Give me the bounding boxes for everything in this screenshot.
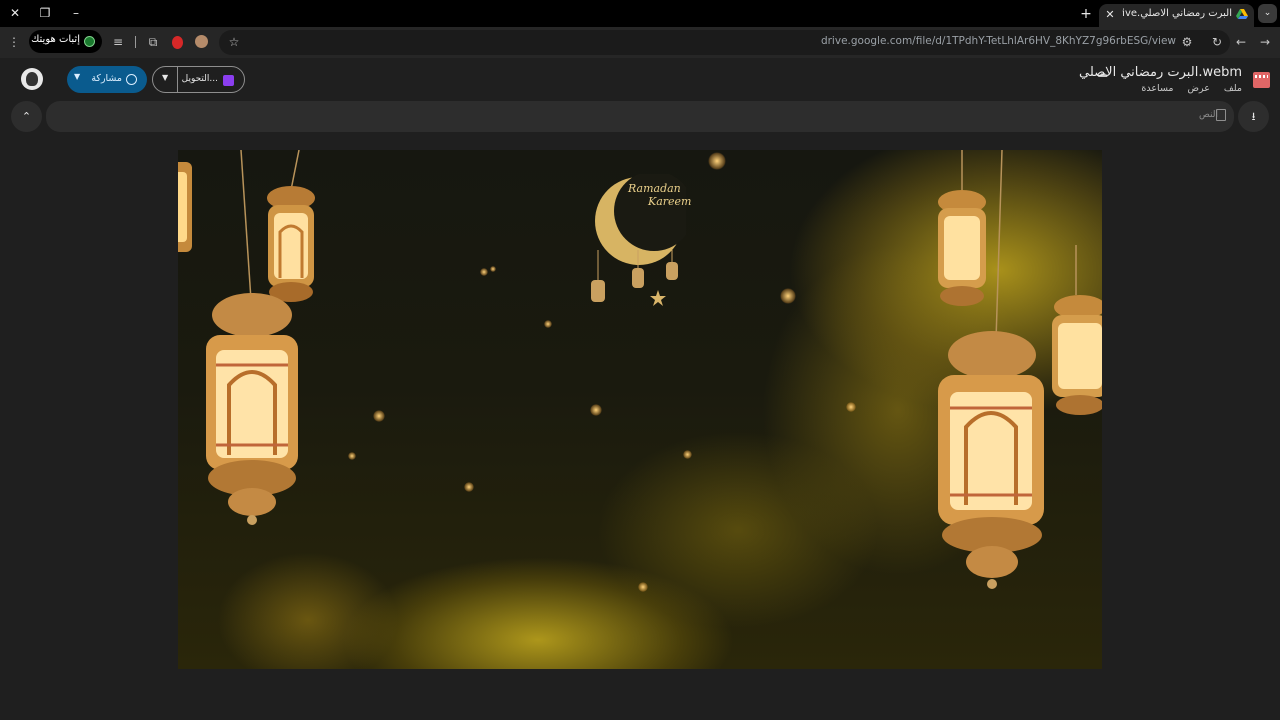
extension-red-icon[interactable] [172,36,183,49]
sparkle [490,266,496,272]
share-button-group: ▼ مشاركة [67,66,147,93]
minimize-window-button[interactable]: – [66,4,86,22]
text-search-icon [1216,109,1226,121]
lantern-large-right [938,150,1044,589]
sparkle [464,482,474,492]
drive-header: ▼ مشاركة ▼ التحويل... ☁ البرت رمضاني الا… [0,58,1280,100]
globe-icon [126,74,137,85]
profile-badge-icon [84,36,95,47]
reading-list-icon[interactable]: ≡ [109,33,127,51]
restore-window-button[interactable]: ❐ [35,4,55,22]
video-preview[interactable]: Ramadan Kareem [178,150,1102,669]
address-bar[interactable]: ☆ drive.google.com/file/d/1TPdhY-TetLhlA… [219,30,1230,55]
browser-toolbar: ⋮ إثبات هويتك ≡ ⧉ ☆ drive.google.com/fil… [0,27,1280,58]
share-button[interactable]: مشاركة [87,66,147,93]
verify-identity-label: إثبات هويتك [31,34,80,45]
sparkle [780,288,796,304]
crescent-hanging-ornaments [591,250,678,306]
sparkle [708,152,726,170]
menu-help[interactable]: مساعدة [1141,83,1173,94]
open-with-label[interactable]: التحويل... [182,74,218,84]
sparkle [590,404,602,416]
open-with-caret-icon[interactable]: ▼ [162,73,168,82]
ramadan-text-line1: Ramadan [628,182,681,195]
toolbar-divider [135,36,136,48]
google-drive-icon [1236,9,1248,19]
sparkle [846,402,856,412]
tab-close-icon[interactable]: ✕ [1102,7,1118,23]
tab-search-button[interactable]: ⌄ [1258,4,1277,23]
verify-identity-button[interactable]: إثبات هويتك [29,30,102,53]
close-window-button[interactable]: ✕ [5,4,25,22]
video-file-icon [1253,72,1270,88]
file-menu: ملف عرض مساعدة [1141,83,1242,94]
menu-kebab-icon[interactable]: ⋮ [5,33,23,51]
download-button[interactable]: ⭳ [1238,101,1269,132]
tab-title: البرت رمضاني الاصلي.webm - Google Drive [1122,8,1232,19]
ramadan-text-line2: Kareem [648,195,692,208]
share-dropdown-caret-icon[interactable]: ▼ [74,72,80,81]
open-with-separator [177,67,178,92]
text-search-bar[interactable]: النص [46,101,1234,132]
sparkle [373,410,385,422]
collapse-chevron-up-icon[interactable]: ⌃ [11,101,42,132]
menu-file[interactable]: ملف [1224,83,1242,94]
forward-arrow-icon[interactable]: → [1256,33,1274,51]
lantern-left-cropped [178,162,192,252]
browser-tab[interactable]: ✕ البرت رمضاني الاصلي.webm - Google Driv… [1099,4,1254,27]
open-with-button-group: ▼ التحويل... [152,66,245,93]
url-full: drive.google.com/file/d/1TPdhY-TetLhlAr6… [820,35,1176,47]
share-label: مشاركة [91,73,122,84]
sparkle [638,582,648,592]
sparkle [480,268,488,276]
file-title: البرت رمضاني الاصلي.webm [1079,65,1242,80]
menu-view[interactable]: عرض [1188,83,1210,94]
sparkle [348,452,356,460]
ramadan-kareem-text: Ramadan Kareem [628,182,691,208]
sparkle [544,320,552,328]
back-arrow-icon[interactable]: ← [1232,33,1250,51]
extension-avatar-icon[interactable] [195,35,208,48]
sparkle [683,450,692,459]
new-tab-button[interactable]: + [1078,6,1094,22]
url-text: drive.google.com/file/d/1TPdhY-TetLhlAr6… [821,35,1176,47]
extensions-puzzle-icon[interactable]: ⧉ [144,33,162,51]
lantern-right-edge [1052,245,1102,415]
site-settings-icon[interactable]: ⚙ [1178,33,1196,51]
lantern-large-left [206,150,298,525]
bookmark-star-icon[interactable]: ☆ [225,33,243,51]
account-avatar[interactable] [21,68,43,90]
tab-strip: ✕ ❐ – + ✕ البرت رمضاني الاصلي.webm - Goo… [0,0,1280,27]
reload-icon[interactable]: ↻ [1208,33,1226,51]
open-with-app-icon [223,75,234,86]
